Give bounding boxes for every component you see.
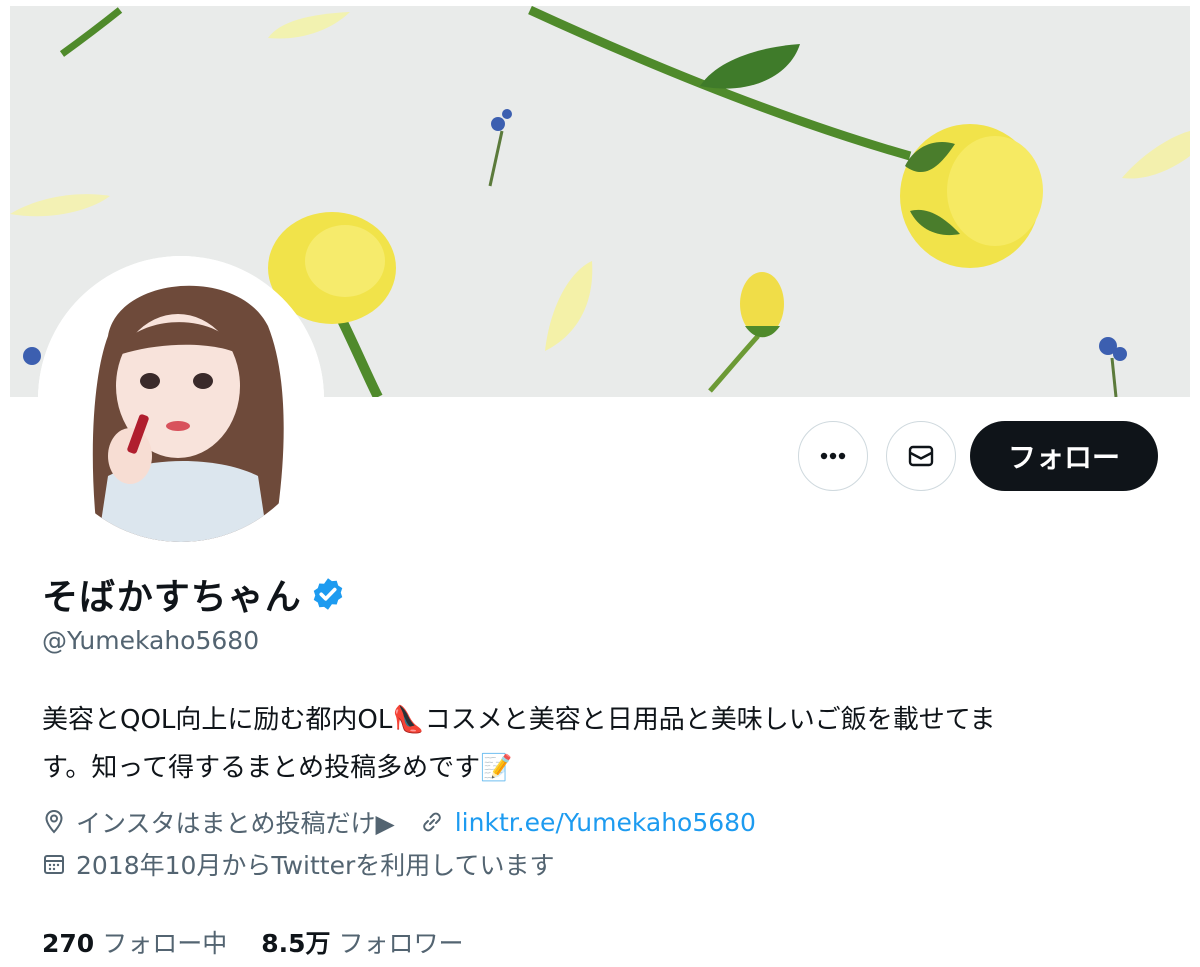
envelope-icon <box>908 445 934 467</box>
location-item: インスタはまとめ投稿だけ▶ <box>42 804 395 840</box>
display-name: そばかすちゃん <box>42 577 302 618</box>
follow-button[interactable]: フォロー <box>970 421 1158 491</box>
profile-name-row: そばかすちゃん <box>42 568 346 620</box>
bio-line: 美容とQOL向上に励む都内OL👠コスメと美容と日用品と美味しいご飯を載せてま <box>42 705 996 735</box>
location-text: インスタはまとめ投稿だけ▶ <box>76 809 395 838</box>
location-pin-icon <box>45 809 63 834</box>
joined-item: 2018年10月からTwitterを利用しています <box>42 846 554 882</box>
link-icon <box>422 812 441 832</box>
profile-bio: 美容とQOL向上に励む都内OL👠コスメと美容と日用品と美味しいご飯を載せてま す… <box>42 696 1152 792</box>
website-link[interactable]: linktr.ee/Yumekaho5680 <box>455 808 756 837</box>
joined-text: 2018年10月からTwitterを利用しています <box>76 851 555 880</box>
profile-meta-row: インスタはまとめ投稿だけ▶ linktr.ee/Yumekaho5680 <box>42 804 780 840</box>
profile-card: フォロー そばかすちゃん @Yumekaho5680 美容とQOL向上に励む都内… <box>10 6 1190 967</box>
followers-count: 8.5万 <box>261 929 331 958</box>
following-count: 270 <box>42 929 95 958</box>
following-label: フォロー中 <box>102 929 228 958</box>
more-button[interactable] <box>798 421 868 491</box>
calendar-icon <box>44 855 64 874</box>
profile-meta-row: 2018年10月からTwitterを利用しています <box>42 846 578 882</box>
profile-avatar[interactable] <box>38 256 324 542</box>
verified-badge-icon[interactable] <box>310 576 346 612</box>
following-link[interactable]: 270 フォロー中 <box>42 924 227 960</box>
website-item[interactable]: linktr.ee/Yumekaho5680 <box>419 808 756 837</box>
message-button[interactable] <box>886 421 956 491</box>
more-horizontal-icon <box>820 452 846 460</box>
followers-label: フォロワー <box>338 929 464 958</box>
user-handle: @Yumekaho5680 <box>42 626 260 655</box>
follow-stats: 270 フォロー中 8.5万 フォロワー <box>42 924 498 960</box>
followers-link[interactable]: 8.5万 フォロワー <box>261 924 463 960</box>
bio-line: す。知って得するまとめ投稿多めです📝 <box>42 753 513 783</box>
